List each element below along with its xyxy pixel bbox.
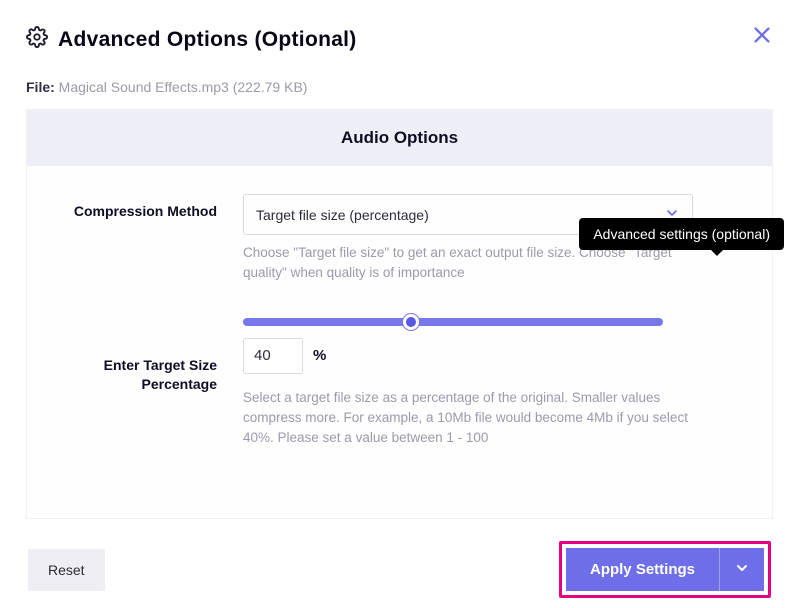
target-size-label: Enter Target Size Percentage — [57, 314, 217, 395]
panel-title: Audio Options — [341, 128, 458, 147]
slider-thumb[interactable] — [403, 314, 419, 330]
file-name: Magical Sound Effects.mp3 — [59, 79, 229, 95]
compression-method-label: Compression Method — [57, 194, 217, 222]
panel-header: Audio Options — [27, 110, 772, 166]
file-label: File: — [26, 79, 55, 95]
target-size-helper: Select a target file size as a percentag… — [243, 388, 693, 449]
close-icon[interactable] — [751, 24, 773, 46]
advanced-settings-tooltip: Advanced settings (optional) — [579, 218, 784, 250]
compression-method-value: Target file size (percentage) — [256, 207, 429, 223]
file-size: (222.79 KB) — [233, 79, 308, 95]
target-size-slider[interactable] — [243, 318, 663, 326]
reset-button[interactable]: Reset — [28, 549, 105, 591]
gear-icon — [26, 26, 48, 53]
chevron-down-icon — [734, 560, 750, 579]
audio-options-panel: Audio Options Compression Method Target … — [26, 109, 773, 519]
dialog-title: Advanced Options (Optional) — [58, 28, 357, 52]
file-info: File: Magical Sound Effects.mp3 (222.79 … — [26, 79, 773, 95]
apply-settings-button[interactable]: Apply Settings — [566, 548, 719, 591]
dialog-header: Advanced Options (Optional) — [26, 26, 773, 53]
percent-sign: % — [313, 347, 326, 364]
advanced-options-dialog: Advanced Options (Optional) File: Magica… — [0, 0, 799, 608]
target-size-input[interactable] — [243, 338, 303, 374]
target-size-row: Enter Target Size Percentage % Select a … — [57, 314, 742, 449]
apply-settings-group: Apply Settings — [559, 541, 771, 598]
dialog-footer: Reset Apply Settings — [26, 541, 773, 598]
apply-settings-dropdown[interactable] — [719, 548, 764, 591]
